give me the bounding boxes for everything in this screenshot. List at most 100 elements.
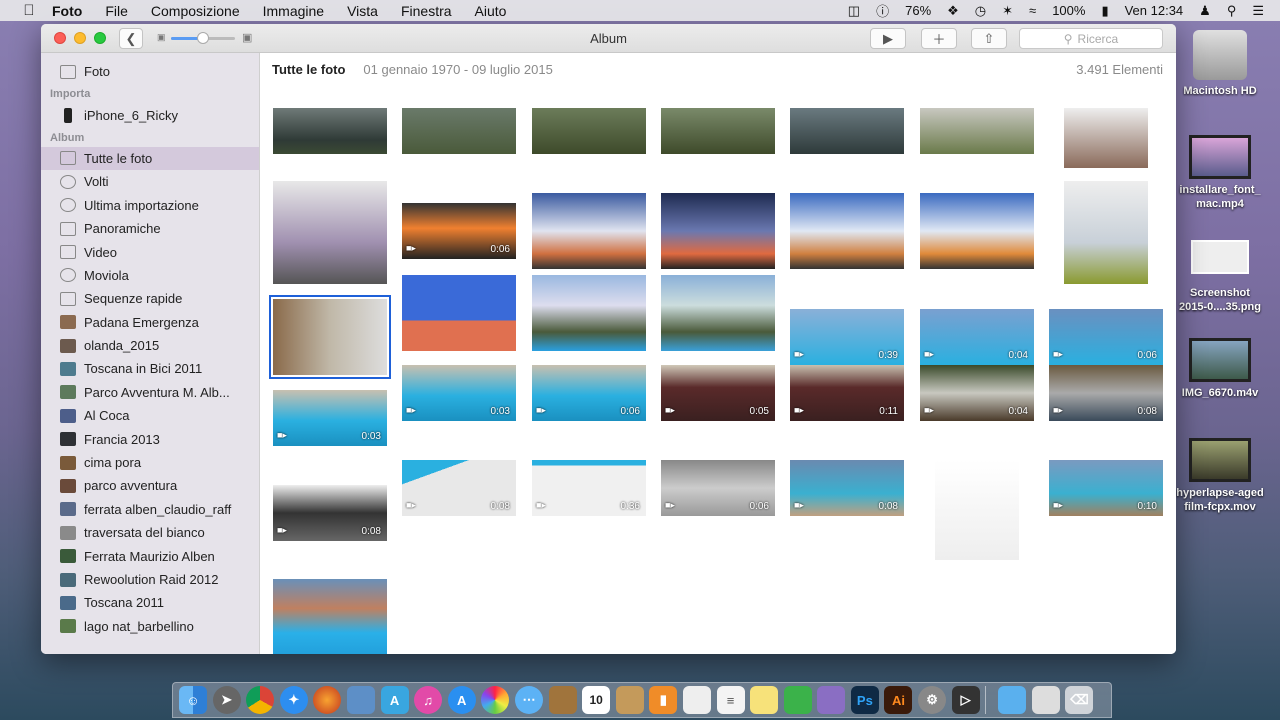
photo-thumbnail[interactable]: ■▸ 0:03 bbox=[273, 390, 387, 446]
photo-thumbnail[interactable] bbox=[273, 108, 387, 154]
menu-file[interactable]: File bbox=[105, 3, 128, 19]
photo-thumbnail[interactable] bbox=[790, 108, 904, 154]
numbers-icon[interactable] bbox=[783, 686, 812, 714]
calendar-icon[interactable]: 10 bbox=[582, 686, 611, 714]
photo-thumbnail[interactable] bbox=[661, 193, 775, 269]
sidebar-item-album[interactable]: Ferrata Maurizio Alben bbox=[41, 544, 259, 567]
user-icon[interactable]: ♟ bbox=[1199, 3, 1211, 19]
photo-thumbnail[interactable] bbox=[920, 108, 1034, 154]
time-machine-icon[interactable]: ◷ bbox=[975, 3, 986, 19]
illustrator-icon[interactable]: Ai bbox=[884, 686, 913, 714]
photo-thumbnail[interactable] bbox=[661, 275, 775, 351]
photo-thumbnail[interactable]: ■▸ 0:11 bbox=[790, 365, 904, 421]
sidebar-item-album[interactable]: parco avventura bbox=[41, 474, 259, 497]
notification-center-icon[interactable]: ☰ bbox=[1252, 3, 1264, 19]
photo-thumbnail[interactable]: ■▸ 0:10 bbox=[1049, 460, 1163, 516]
ibooks-icon[interactable]: ▮ bbox=[649, 686, 678, 714]
messages-icon[interactable]: ⋯ bbox=[514, 686, 543, 714]
menu-finestra[interactable]: Finestra bbox=[401, 3, 452, 19]
sidebar-item-album[interactable]: Tutte le foto bbox=[41, 146, 259, 171]
sidebar-item-album[interactable]: Rewoolution Raid 2012 bbox=[41, 568, 259, 591]
sidebar-item-album[interactable]: Panoramiche bbox=[41, 217, 259, 240]
photo-thumbnail[interactable]: ■▸0:06 bbox=[402, 203, 516, 259]
photo-thumbnail[interactable]: ■▸ 0:08 bbox=[273, 485, 387, 541]
system-preferences-icon[interactable]: ⚙ bbox=[918, 686, 947, 714]
play-slideshow-button[interactable]: ▶ bbox=[870, 28, 906, 49]
reminders-icon[interactable]: ≡ bbox=[716, 686, 745, 714]
photo-thumbnail[interactable]: ■▸0:06 bbox=[273, 579, 387, 654]
battery-icon[interactable]: ▮ bbox=[1101, 3, 1108, 19]
desktop-icon-macintosh-hd[interactable]: Macintosh HD bbox=[1165, 30, 1275, 98]
wifi-icon[interactable]: ≈ bbox=[1029, 3, 1036, 18]
photo-thumbnail[interactable] bbox=[402, 108, 516, 154]
photo-thumbnail[interactable] bbox=[1064, 181, 1148, 284]
sidebar-item-album[interactable]: olanda_2015 bbox=[41, 334, 259, 357]
sidebar-item-album[interactable]: traversata del bianco bbox=[41, 521, 259, 544]
sidebar-item-album[interactable]: Moviola bbox=[41, 264, 259, 287]
photo-thumbnail[interactable]: ■▸ 0:03 bbox=[402, 365, 516, 421]
photo-thumbnail[interactable]: ■▸0:06 bbox=[661, 460, 775, 516]
sidebar-item-album[interactable]: Al Coca bbox=[41, 404, 259, 427]
share-button[interactable]: ⇧ bbox=[971, 28, 1007, 49]
photo-thumbnail[interactable] bbox=[661, 108, 775, 154]
safari-icon[interactable]: ✦ bbox=[279, 686, 308, 714]
photo-thumbnail[interactable]: ■▸ 0:08 bbox=[402, 460, 516, 516]
bluetooth-icon[interactable]: ✶ bbox=[1002, 3, 1013, 19]
facetime-camera-icon[interactable]: ◫ bbox=[848, 3, 860, 19]
sidebar-item-album[interactable]: lago nat_barbellino bbox=[41, 615, 259, 638]
photo-thumbnail[interactable] bbox=[790, 193, 904, 269]
photo-thumbnail[interactable] bbox=[402, 275, 516, 351]
app-store-2-icon[interactable]: A bbox=[447, 686, 476, 714]
folder-icon[interactable] bbox=[998, 686, 1027, 714]
sidebar-item-foto[interactable]: Foto bbox=[41, 60, 259, 83]
photo-thumbnail[interactable]: ■▸ 0:36 bbox=[532, 460, 646, 516]
contacts-icon[interactable] bbox=[548, 686, 577, 714]
finder-icon[interactable]: ☺ bbox=[179, 686, 207, 714]
desktop-icon-screenshot[interactable]: Screenshot 2015-0....35.png bbox=[1165, 240, 1275, 314]
spotlight-icon[interactable]: ⚲ bbox=[1227, 3, 1237, 19]
photos-app-icon[interactable] bbox=[481, 686, 510, 714]
sidebar-item-album[interactable]: Video bbox=[41, 240, 259, 263]
sidebar-item-album[interactable]: Toscana 2011 bbox=[41, 591, 259, 614]
desktop-icon-m4v[interactable]: IMG_6670.m4v bbox=[1165, 338, 1275, 400]
info-status-icon[interactable]: ⓘ bbox=[876, 1, 889, 20]
menu-composizione[interactable]: Composizione bbox=[151, 3, 240, 19]
photo-thumbnail[interactable]: ■▸0:06 bbox=[532, 365, 646, 421]
itunes-icon[interactable]: ♫ bbox=[414, 686, 443, 714]
sidebar-item-album[interactable]: Volti bbox=[41, 170, 259, 193]
photo-thumbnail[interactable]: ■▸ 0:04 bbox=[920, 309, 1034, 365]
firefox-icon[interactable] bbox=[313, 686, 342, 714]
chrome-icon[interactable] bbox=[246, 686, 275, 714]
stickies-icon[interactable] bbox=[750, 686, 779, 714]
photo-thumbnail[interactable] bbox=[935, 460, 1019, 560]
menu-immagine[interactable]: Immagine bbox=[263, 3, 324, 19]
sidebar-item-album[interactable]: Toscana in Bici 2011 bbox=[41, 357, 259, 380]
sidebar-item-album[interactable]: ferrata alben_claudio_raff bbox=[41, 498, 259, 521]
photo-thumbnail[interactable] bbox=[1064, 108, 1148, 168]
photo-thumbnail[interactable] bbox=[532, 193, 646, 269]
photoshop-icon[interactable]: Ps bbox=[850, 686, 879, 714]
document-stack-icon[interactable] bbox=[1031, 686, 1060, 714]
photo-thumbnail[interactable] bbox=[532, 275, 646, 351]
photo-thumbnail[interactable]: ■▸ 0:04 bbox=[920, 365, 1034, 421]
package-icon[interactable] bbox=[615, 686, 644, 714]
automator-icon[interactable] bbox=[817, 686, 846, 714]
apple-menu-icon[interactable]:  bbox=[20, 2, 38, 19]
photo-thumbnail[interactable]: ■▸ 0:39 bbox=[790, 309, 904, 365]
sidebar-item-album[interactable]: Padana Emergenza bbox=[41, 311, 259, 334]
sidebar-item-album[interactable]: Parco Avventura M. Alb... bbox=[41, 381, 259, 404]
photo-thumbnail[interactable] bbox=[532, 108, 646, 154]
photo-thumbnail[interactable] bbox=[920, 193, 1034, 269]
app-store-icon[interactable]: A bbox=[380, 686, 409, 714]
photo-thumbnail[interactable]: ■▸0:06 bbox=[1049, 309, 1163, 365]
photo-thumbnail[interactable]: ■▸ 0:08 bbox=[790, 460, 904, 516]
menu-app-name[interactable]: Foto bbox=[52, 3, 82, 19]
photo-thumbnail[interactable]: ■▸ 0:08 bbox=[1049, 365, 1163, 421]
add-button[interactable]: ＋ bbox=[921, 28, 957, 49]
desktop-icon-mp4[interactable]: installare_font_ mac.mp4 bbox=[1165, 135, 1275, 211]
sidebar-item-album[interactable]: cima pora bbox=[41, 451, 259, 474]
trash-icon[interactable]: ⌫ bbox=[1065, 686, 1094, 714]
clock-text[interactable]: Ven 12:34 bbox=[1125, 3, 1184, 18]
photo-thumbnail[interactable] bbox=[273, 181, 387, 284]
desktop-icon-mov[interactable]: hyperlapse-aged film-fcpx.mov bbox=[1165, 438, 1275, 514]
